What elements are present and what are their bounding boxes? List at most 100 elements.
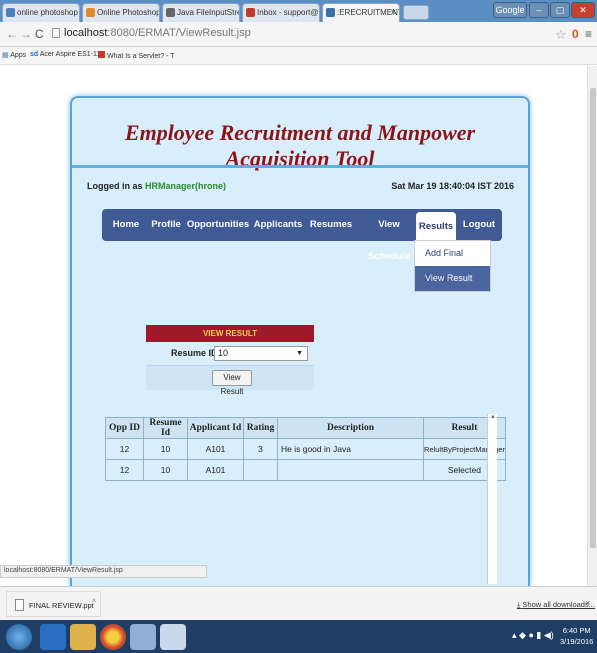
forward-icon[interactable]: → [20, 27, 32, 41]
col-applicant-id: Applicant Id [187, 417, 244, 439]
servlet-bookmark[interactable]: What Is a Servlet? - T [98, 51, 175, 60]
table-row: 12 10 A101 3 He is good in Java RelultBy… [105, 438, 506, 460]
url-path: :8080/ERMAT/ViewResult.jsp [107, 27, 251, 39]
table-row: 12 10 A101 Selected [105, 459, 506, 481]
browser-tab-4[interactable]: Inbox - support@project × [242, 3, 320, 22]
page-info-icon[interactable] [52, 28, 60, 38]
cell-resume-id: 10 [143, 438, 188, 460]
resume-id-value: 10 [218, 348, 229, 358]
col-description: Description [277, 417, 424, 439]
table-header-row: Opp ID Resume Id Applicant Id Rating Des… [105, 417, 506, 439]
scroll-up-icon[interactable]: ▲ [490, 414, 496, 420]
page-icon [326, 8, 335, 17]
tab-label: Online Photoshop Free - × [97, 8, 160, 17]
menu-logout[interactable]: Logout [458, 209, 500, 241]
menu-profile[interactable]: Profile [146, 209, 186, 241]
url-field[interactable]: localhost:8080/ERMAT/ViewResult.jsp [52, 25, 562, 44]
resume-id-select[interactable]: 10 ▼ [214, 346, 308, 361]
show-all-downloads-link[interactable]: ⤓ Show all downloads... [517, 600, 595, 610]
clock-time: 6:40 PM [562, 626, 591, 635]
menu-opportunities[interactable]: Opportunities [186, 209, 250, 241]
back-icon[interactable]: ← [6, 27, 18, 41]
apps-bookmark[interactable]: ▦ Apps [2, 51, 26, 59]
resume-id-label-text: Resume ID [171, 348, 218, 358]
browser-tab-1[interactable]: online photoshop free - × [2, 3, 80, 22]
start-button-icon[interactable] [6, 624, 32, 650]
cell-description: He is good in Java [277, 438, 424, 460]
system-clock[interactable]: 6:40 PM 3/19/2016 [560, 625, 593, 647]
scroll-thumb[interactable] [590, 88, 596, 548]
table-scrollbar[interactable]: ▲ [487, 414, 497, 584]
new-tab-button[interactable] [403, 5, 429, 20]
tab-label: Inbox - support@project × [257, 8, 319, 17]
chevron-up-icon[interactable]: ˄ [92, 598, 96, 605]
close-window-button[interactable]: ✕ [571, 2, 595, 18]
address-bar: ← → C localhost:8080/ERMAT/ViewResult.js… [0, 22, 597, 47]
bookmark-label: What Is a Servlet? - T [106, 53, 175, 60]
results-dropdown: Add Final Result View Result [414, 240, 491, 292]
chrome-icon[interactable] [100, 624, 126, 650]
url-host: localhost [64, 27, 108, 39]
clock-date: 3/19/2016 [560, 637, 594, 646]
logged-prefix: Logged in as [87, 181, 143, 191]
file-explorer-icon[interactable] [70, 624, 96, 650]
browser-tab-2[interactable]: Online Photoshop Free - × [82, 3, 160, 22]
bookmark-star-icon[interactable]: ☆ [555, 27, 567, 43]
minimize-button[interactable]: – [529, 2, 549, 18]
chevron-down-icon: ▼ [296, 350, 303, 357]
view-result-button[interactable]: View Result [212, 370, 252, 396]
menu-results[interactable]: Results [416, 212, 456, 241]
site-icon [98, 51, 105, 58]
extension-icon[interactable]: 0 [572, 27, 579, 41]
window-user-badge[interactable]: Google [493, 2, 527, 18]
bookmarks-bar: ▦ Apps sd Acer Aspire ES1-111 What Is a … [0, 47, 597, 65]
results-table: Opp ID Resume Id Applicant Id Rating Des… [105, 417, 506, 481]
col-rating: Rating [243, 417, 278, 439]
bookmark-label: Acer Aspire ES1-111 [39, 51, 104, 58]
cell-rating: 3 [243, 438, 278, 460]
page-content: Employee Recruitment and Manpower Acquis… [0, 66, 587, 586]
document-app-icon[interactable] [160, 624, 186, 650]
dropdown-add-final-result[interactable]: Add Final Result [415, 241, 490, 283]
close-tab-icon[interactable]: × [391, 7, 396, 17]
menu-view-schedule[interactable]: View Schedule [356, 209, 422, 262]
browser-tab-3[interactable]: Java FileInputStream and × [162, 3, 240, 22]
col-resume-id: Resume Id [143, 417, 188, 439]
menu-icon[interactable]: ≡ [585, 27, 592, 41]
browser-tab-strip: online photoshop free - × Online Photosh… [0, 0, 597, 22]
menu-applicants[interactable]: Applicants [250, 209, 306, 241]
main-menu: Home Profile Opportunities Applicants Re… [102, 209, 502, 262]
page-scrollbar[interactable] [587, 66, 597, 586]
close-downloads-icon[interactable]: × [585, 598, 590, 608]
window-app-icon[interactable] [130, 624, 156, 650]
tab-label: online photoshop free - × [17, 8, 79, 17]
download-icon: ⤓ [517, 600, 521, 609]
downloads-bar: FINAL REVIEW.ppt ˄ ⤓ Show all downloads.… [0, 586, 597, 620]
menu-home[interactable]: Home [106, 209, 146, 241]
form-heading: VIEW RESULT [146, 325, 314, 342]
reload-icon[interactable]: C [35, 27, 44, 41]
page-icon [166, 8, 175, 17]
cell-description [277, 459, 424, 481]
google-icon [6, 8, 15, 17]
internet-explorer-icon[interactable] [40, 624, 66, 650]
status-url-bar: localhost:8080/ERMAT/ViewResult.jsp [0, 565, 207, 578]
logged-user: HRManager(hrone) [145, 181, 227, 191]
apps-grid-icon: ▦ [2, 52, 9, 59]
browser-tab-active[interactable]: :ERECRUITMENT: × [322, 3, 400, 22]
current-datetime: Sat Mar 19 18:40:04 IST 2016 [391, 181, 514, 191]
dropdown-view-result[interactable]: View Result [415, 266, 490, 291]
acer-icon: sd [30, 51, 39, 58]
menu-resumes[interactable]: Resumes [306, 209, 356, 241]
cell-resume-id: 10 [143, 459, 188, 481]
file-icon [15, 599, 24, 611]
bookmark-label: Apps [10, 52, 27, 59]
cell-applicant-id: A101 [187, 438, 244, 460]
tray-icons[interactable]: ▴ ◆ ● ▮ ◀) [512, 630, 554, 641]
download-item[interactable]: FINAL REVIEW.ppt ˄ [6, 591, 101, 617]
logged-in-info: Logged in as HRManager(hrone) [87, 181, 226, 191]
maximize-button[interactable]: ▢ [550, 2, 570, 18]
cell-rating [243, 459, 278, 481]
col-opp-id: Opp ID [105, 417, 144, 439]
acer-bookmark[interactable]: sd Acer Aspire ES1-111 [30, 51, 104, 58]
